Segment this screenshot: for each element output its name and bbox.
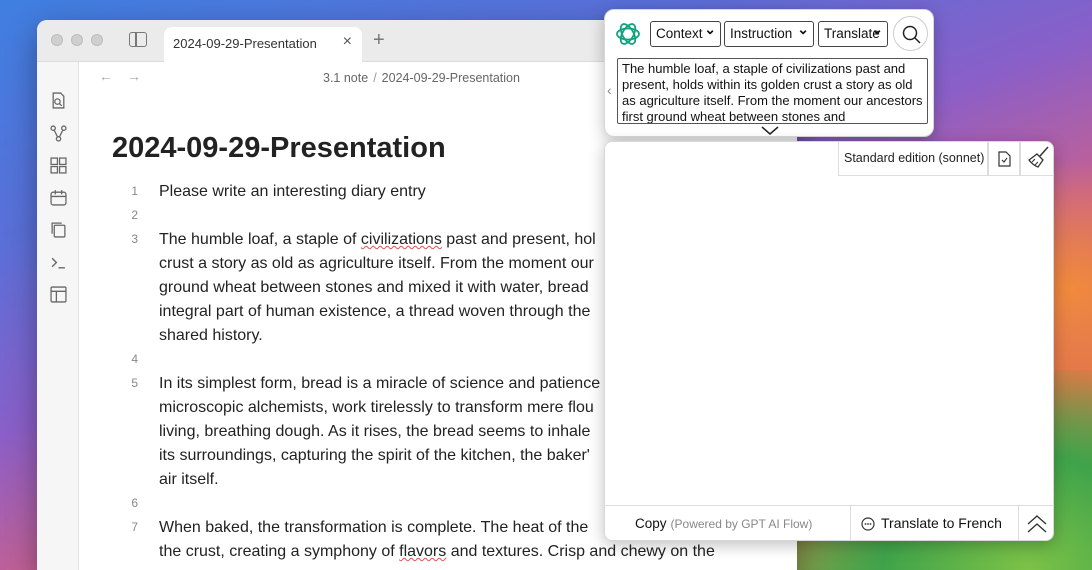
layout-icon[interactable] (50, 286, 67, 303)
translate-select[interactable]: Translate (818, 21, 888, 47)
tab-label: 2024-09-29-Presentation (173, 36, 317, 51)
line-number: 2 (131, 208, 138, 222)
line-number: 3 (131, 232, 138, 246)
file-search-icon[interactable] (50, 92, 67, 109)
line-number: 4 (131, 352, 138, 366)
line-number: 5 (131, 376, 138, 390)
line-number: 7 (131, 520, 138, 534)
minimize-window-button[interactable] (71, 34, 83, 46)
graph-icon[interactable] (50, 125, 67, 142)
selected-text-box[interactable]: The humble loaf, a staple of civilizatio… (617, 58, 928, 124)
translate-label: Translate to French (881, 515, 1002, 531)
breadcrumb-file[interactable]: 2024-09-29-Presentation (382, 71, 520, 85)
copy-label: Copy (635, 516, 667, 531)
powered-by-label: (Powered by GPT AI Flow) (670, 517, 813, 531)
copy-button[interactable]: Copy (Powered by GPT AI Flow) (605, 506, 851, 540)
chat-bubble-icon (861, 517, 875, 531)
chevron-left-icon[interactable]: ‹ (607, 82, 612, 98)
line-number: 6 (131, 496, 138, 510)
panel-footer: Copy (Powered by GPT AI Flow) Translate t… (605, 505, 1053, 540)
doc-title: 2024-09-29-Presentation (112, 132, 446, 164)
grid-icon[interactable] (50, 157, 67, 174)
line-number: 1 (131, 184, 138, 198)
collapse-button[interactable] (1019, 506, 1053, 540)
left-ribbon (37, 62, 79, 570)
chevron-down-icon[interactable] (761, 123, 779, 139)
document-icon (998, 151, 1011, 167)
plus-icon[interactable]: + (373, 29, 385, 52)
tab-active[interactable]: 2024-09-29-Presentation × (164, 27, 362, 62)
gpt-flow-popup: Context Instruction Translate ‹ The humb… (604, 9, 934, 137)
terminal-icon[interactable] (50, 254, 67, 271)
close-icon[interactable]: × (343, 33, 352, 51)
document-button[interactable] (988, 142, 1020, 176)
nav-arrows: ←→ (99, 68, 155, 84)
calendar-icon[interactable] (50, 189, 67, 206)
broom-icon (1028, 146, 1049, 168)
search-icon (902, 25, 921, 44)
chatgpt-logo-icon (616, 23, 640, 45)
close-window-button[interactable] (51, 34, 63, 46)
sidebar-toggle-icon[interactable] (129, 32, 147, 47)
back-arrow-icon[interactable]: ← (99, 68, 127, 84)
double-chevron-up-icon (1027, 515, 1047, 533)
copy-pages-icon[interactable] (50, 221, 67, 238)
instruction-select[interactable]: Instruction (724, 21, 814, 47)
search-button[interactable] (893, 16, 928, 51)
forward-arrow-icon[interactable]: → (127, 68, 155, 84)
clear-button[interactable] (1020, 142, 1053, 176)
result-panel: Standard edition (sonnet) Copy (Powered b… (604, 141, 1054, 541)
model-label[interactable]: Standard edition (sonnet) (838, 142, 988, 176)
translate-french-button[interactable]: Translate to French (851, 506, 1019, 540)
context-select[interactable]: Context (650, 21, 721, 47)
zoom-window-button[interactable] (91, 34, 103, 46)
breadcrumb-folder[interactable]: 3.1 note (323, 71, 368, 85)
breadcrumb: 3.1 note/2024-09-29-Presentation (323, 71, 520, 85)
